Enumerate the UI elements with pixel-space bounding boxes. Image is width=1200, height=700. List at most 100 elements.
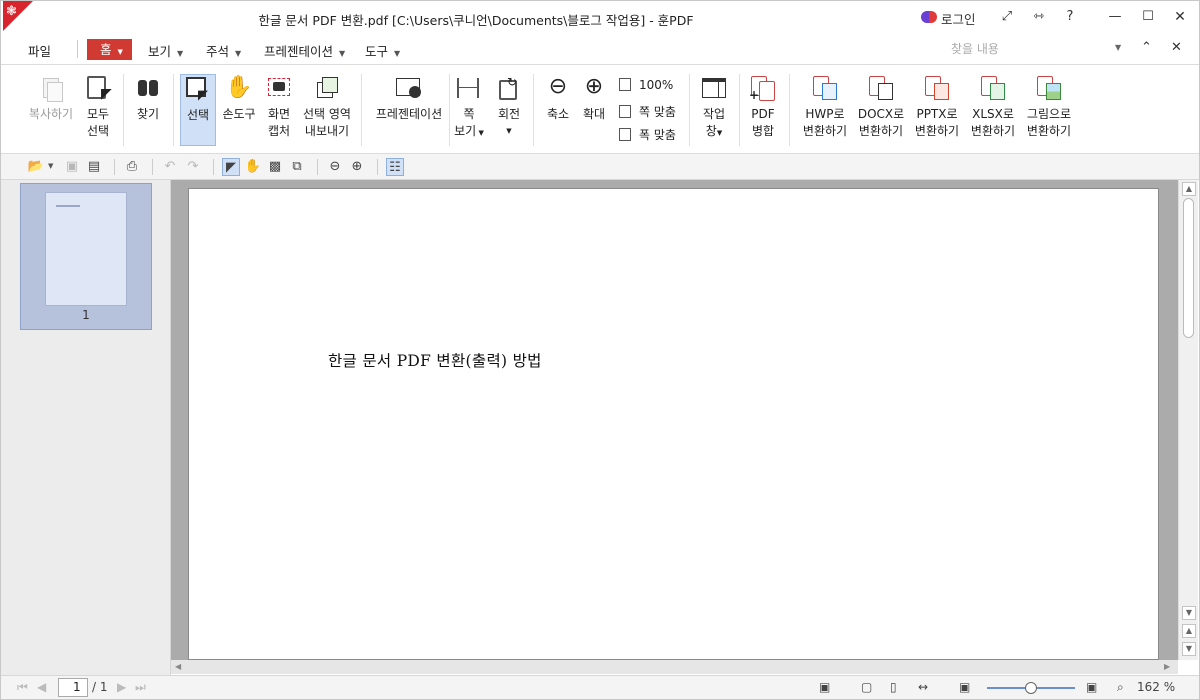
close-tab-icon[interactable]: ✕ [1171,40,1182,55]
menu-view[interactable]: 보기 ▼ [148,41,183,60]
fit-page-icon [619,105,631,118]
menu-annotate-label: 주석 [206,44,230,59]
select-tool-button[interactable]: ◤ 선택 [180,74,216,146]
convert-pptx-button[interactable]: PPTX로 변환하기 [911,74,963,140]
pdf-page[interactable]: 한글 문서 PDF 변환(출력) 방법 [188,188,1159,660]
menu-annotate[interactable]: 주석 ▼ [206,41,241,60]
open-folder-icon[interactable]: 📂 [27,158,45,176]
zoom-out-button[interactable]: ⊖ 축소 [543,74,573,123]
hand-tool-button[interactable]: ✋ 손도구 [220,74,258,123]
fit-width-button[interactable]: 폭 맞춤 [619,126,676,143]
convert-docx-label-1: DOCX로 [857,107,905,121]
select-all-button[interactable]: ◤ 모두 선택 [81,74,115,140]
minimize-button[interactable]: — [1101,5,1129,29]
horizontal-scrollbar[interactable]: ◀ ▶ [171,660,1178,674]
zoom-in-button[interactable]: ⊕ 확대 [579,74,609,123]
vertical-scrollbar[interactable]: ▲ ▼ ▲ ▼ [1178,180,1198,660]
chevron-down-icon: ▼ [235,49,242,58]
page-thumbnail[interactable]: 1 [20,183,152,330]
fit-page-button[interactable]: 쪽 맞춤 [619,103,676,120]
print-icon[interactable]: ⎙ [123,158,141,176]
xlsx-file-icon [979,74,1007,102]
zoom-min-icon[interactable]: ▣ [959,680,970,694]
last-page-icon[interactable]: ⏭ [135,680,146,695]
convert-hwp-button[interactable]: HWP로 변환하기 [799,74,851,140]
login-button[interactable]: 로그인 [941,9,976,28]
presentation-mode-icon[interactable]: ▣ [819,680,830,694]
select-cursor-icon[interactable]: ◤ [222,158,240,176]
fullscreen-icon[interactable]: ⤢ [993,5,1021,29]
user-avatar-icon[interactable] [921,11,937,23]
zoom-in-small-icon[interactable]: ⊕ [348,158,366,176]
document-viewer[interactable]: 한글 문서 PDF 변환(출력) 방법 [171,180,1178,660]
scroll-left-icon[interactable]: ◀ [175,662,181,671]
fit-width-status-icon[interactable]: ↔ [918,680,928,694]
next-page-icon[interactable]: ▼ [1182,642,1196,656]
rotate-button[interactable]: ↻ 회전 ▼ [493,74,525,140]
maximize-button[interactable]: ☐ [1134,5,1162,29]
select-all-icon: ◤ [84,74,112,102]
page-number-input[interactable]: 1 [58,678,88,697]
presentation-button[interactable]: 프레젠테이션 [373,74,445,123]
scroll-down-icon[interactable]: ▼ [1182,606,1196,620]
next-page-button-icon[interactable]: ▶ [117,680,126,694]
save-as-icon[interactable]: ▤ [85,158,103,176]
page-view-button[interactable]: 쪽 보기 ▼ [453,74,485,142]
export-label-1: 선택 영역 [303,107,351,121]
convert-xlsx-label-2: 변환하기 [970,124,1016,138]
search-input[interactable]: 찾을 내용 [951,38,1131,60]
zoom-100-label: 100% [639,78,674,92]
split-view-icon[interactable]: ⇿ [1025,5,1053,29]
find-button[interactable]: 찾기 [131,74,165,123]
scroll-right-icon[interactable]: ▶ [1164,662,1170,671]
open-dropdown-icon[interactable]: ▼ [48,162,53,170]
pdf-merge-button[interactable]: + PDF 병합 [745,74,781,140]
toolbar-divider [213,159,214,175]
zoom-slider-handle[interactable] [1025,682,1037,694]
thumbnail-text-line [56,205,80,207]
menu-tools-label: 도구 [365,44,389,59]
toolbar-divider [377,159,378,175]
screen-capture-icon[interactable]: ▩ [266,158,284,176]
export-area-small-icon[interactable]: ⧉ [288,158,306,176]
convert-xlsx-button[interactable]: XLSX로 변환하기 [967,74,1019,140]
hwp-file-icon [811,74,839,102]
search-dropdown-icon[interactable]: ▼ [1115,43,1121,52]
convert-docx-button[interactable]: DOCX로 변환하기 [855,74,907,140]
actual-size-icon [619,78,631,91]
zoom-100-button[interactable]: 100% [619,78,673,92]
export-selection-button[interactable]: 선택 영역 내보내기 [301,74,353,140]
previous-page-icon[interactable]: ▲ [1182,624,1196,638]
help-icon[interactable]: ? [1056,5,1084,29]
first-page-icon[interactable]: ⏮ [17,680,28,695]
scrollbar-thumb[interactable] [1183,198,1194,338]
menu-presentation[interactable]: 프레젠테이션 ▼ [264,41,345,60]
zoom-out-small-icon[interactable]: ⊖ [326,158,344,176]
work-window-label-2: 창▼ [705,124,723,138]
menu-home[interactable]: 홈 ▼ [87,39,132,60]
convert-image-button[interactable]: 그림으로 변환하기 [1023,74,1075,140]
collapse-ribbon-icon[interactable]: ⌃ [1141,40,1152,55]
ribbon-divider [123,74,124,146]
close-button[interactable]: ✕ [1166,5,1194,29]
menu-tools[interactable]: 도구 ▼ [365,41,400,60]
scroll-up-icon[interactable]: ▲ [1182,182,1196,196]
save-icon[interactable]: ▣ [63,158,81,176]
fit-page-status-icon[interactable]: ▯ [890,680,897,694]
prev-page-icon[interactable]: ◀ [37,680,46,694]
thumbnail-panel-icon[interactable]: ☷ [386,158,404,176]
hand-tool-icon[interactable]: ✋ [244,158,262,176]
menu-home-label: 홈 [100,42,112,57]
ribbon-divider [789,74,790,146]
window-title: 한글 문서 PDF 변환.pdf [C:\Users\쿠니언\Documents… [258,13,694,28]
actual-size-status-icon[interactable]: ▢ [861,680,872,694]
status-bar: ⏮ ◀ 1 / 1 ▶ ⏭ ▣ ▢ ▯ ↔ ▣ ▣ ⌕ 162 % [1,675,1199,699]
redo-icon[interactable]: ↷ [184,158,202,176]
copy-button[interactable]: 복사하기 [27,74,75,123]
work-window-button[interactable]: 작업 창▼ [697,74,731,142]
fit-page-label: 쪽 맞춤 [639,105,676,119]
menu-file[interactable]: 파일 [28,41,51,60]
screen-capture-button[interactable]: 화면 캡처 [262,74,296,140]
undo-icon[interactable]: ↶ [161,158,179,176]
zoom-max-icon[interactable]: ▣ [1086,680,1097,694]
